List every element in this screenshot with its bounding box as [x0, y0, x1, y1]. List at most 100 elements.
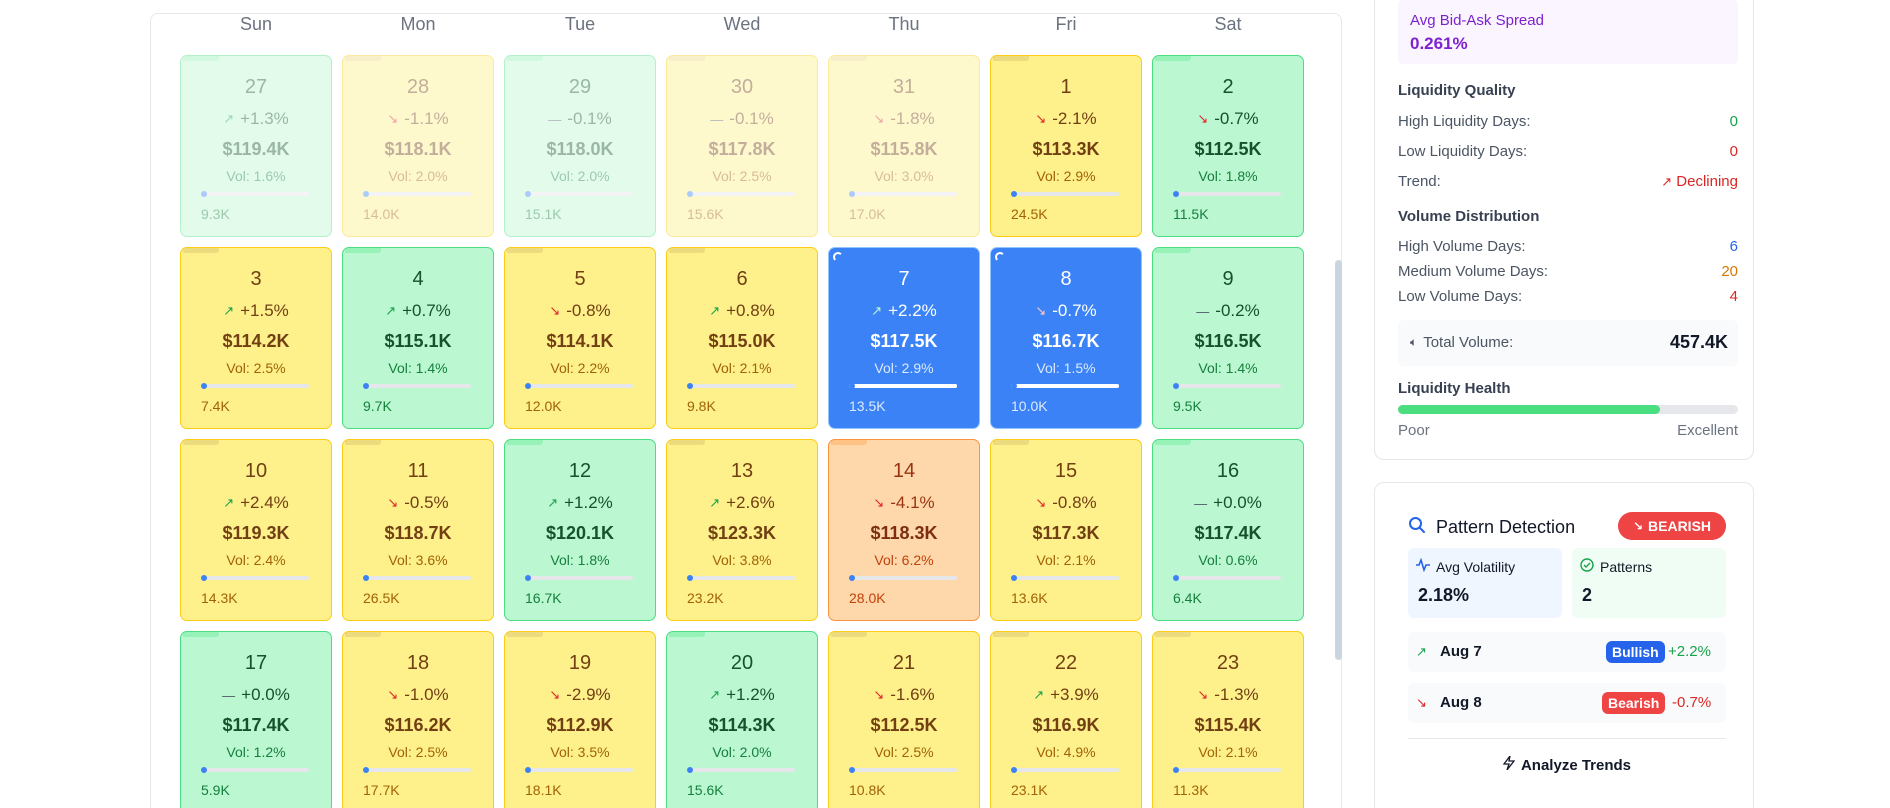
bullish-tag: Bullish — [1606, 641, 1665, 663]
day-change: ↘ -0.7% — [991, 301, 1141, 321]
day-change: ↘ -1.8% — [829, 109, 979, 129]
day-price: $117.3K — [1032, 523, 1100, 543]
calendar-day-cell[interactable]: 10 ↗ +2.4% $119.3K Vol: 2.4% 14.3K — [180, 439, 332, 621]
calendar-day-cell[interactable]: 4 ↗ +0.7% $115.1K Vol: 1.4% 9.7K — [342, 247, 494, 429]
volume-bar-fill — [849, 384, 957, 388]
day-volume: 9.3K — [201, 206, 230, 222]
calendar-day-cell[interactable]: 11 ↘ -0.5% $118.7K Vol: 3.6% 26.5K — [342, 439, 494, 621]
day-volume: 14.3K — [201, 590, 238, 606]
low-volume-value: 4 — [1729, 288, 1738, 305]
calendar-day-cell[interactable]: 6 ↗ +0.8% $115.0K Vol: 2.1% 9.8K — [666, 247, 818, 429]
day-price: $112.9K — [546, 715, 614, 735]
day-price: $113.3K — [1032, 139, 1100, 159]
calendar-day-cell[interactable]: 20 ↗ +1.2% $114.3K Vol: 2.0% 15.6K — [666, 631, 818, 808]
trending-up-icon: ↗ — [1033, 687, 1045, 702]
cell-corner-marker — [507, 56, 543, 61]
flat-trend-icon: — — [1194, 495, 1208, 511]
day-volatility: Vol: 3.5% — [550, 744, 610, 760]
calendar-day-cell[interactable]: 7 ↗ +2.2% $117.5K Vol: 2.9% 13.5K — [828, 247, 980, 429]
trending-down-icon: ↘ — [1416, 695, 1427, 710]
weekday-wed: Wed — [723, 14, 761, 34]
patterns-label: Patterns — [1600, 558, 1653, 575]
day-price: $116.9K — [1032, 715, 1100, 735]
total-volume-value: 457.4K — [1669, 332, 1728, 352]
day-volume: 11.5K — [1173, 206, 1209, 222]
calendar-day-cell[interactable]: 12 ↗ +1.2% $120.1K Vol: 1.8% 16.7K — [504, 439, 656, 621]
volume-bar-dot — [525, 191, 531, 197]
day-change-value: -2.9% — [566, 685, 611, 704]
trending-down-icon: ↘ — [873, 495, 885, 510]
volume-bar-dot — [525, 575, 531, 581]
calendar-day-cell[interactable]: 5 ↘ -0.8% $114.1K Vol: 2.2% 12.0K — [504, 247, 656, 429]
calendar-day-cell[interactable]: 22 ↗ +3.9% $116.9K Vol: 4.9% 23.1K — [990, 631, 1142, 808]
calendar-day-cell[interactable]: 16 — +0.0% $117.4K Vol: 0.6% 6.4K — [1152, 439, 1304, 621]
day-change: ↘ -1.0% — [343, 685, 493, 705]
day-number: 18 — [406, 652, 430, 674]
calendar-day-cell[interactable]: 15 ↘ -0.8% $117.3K Vol: 2.1% 13.6K — [990, 439, 1142, 621]
day-change: — +0.0% — [1153, 493, 1303, 513]
day-change: — -0.1% — [505, 109, 655, 129]
calendar-day-cell[interactable]: 8 ↘ -0.7% $116.7K Vol: 1.5% 10.0K — [990, 247, 1142, 429]
calendar-day-cell[interactable]: 31 ↘ -1.8% $115.8K Vol: 3.0% 17.0K — [828, 55, 980, 237]
calendar-day-cell[interactable]: 29 — -0.1% $118.0K Vol: 2.0% 15.1K — [504, 55, 656, 237]
volume-bar — [1173, 191, 1281, 197]
day-number: 2 — [1222, 76, 1234, 98]
trending-down-icon: ↘ — [873, 687, 885, 702]
cell-corner-marker — [1155, 56, 1191, 61]
trending-up-icon: ↗ — [547, 495, 559, 510]
calendar-day-cell[interactable]: 17 — +0.0% $117.4K Vol: 1.2% 5.9K — [180, 631, 332, 808]
calendar-day-cell[interactable]: 3 ↗ +1.5% $114.2K Vol: 2.5% 7.4K — [180, 247, 332, 429]
day-volume: 13.5K — [849, 398, 886, 414]
day-number: 9 — [1222, 268, 1234, 290]
day-price: $117.5K — [870, 331, 938, 351]
calendar-day-cell[interactable]: 9 — -0.2% $116.5K Vol: 1.4% 9.5K — [1152, 247, 1304, 429]
trending-down-icon: ↘ — [1035, 111, 1047, 126]
spread-label: Avg Bid-Ask Spread — [1410, 12, 1544, 29]
day-change-value: +1.5% — [240, 301, 289, 320]
day-number: 21 — [892, 652, 916, 674]
calendar-day-cell[interactable]: 2 ↘ -0.7% $112.5K Vol: 1.8% 11.5K — [1152, 55, 1304, 237]
volume-bar — [1011, 575, 1119, 581]
day-number: 14 — [892, 460, 916, 482]
volume-bar — [201, 575, 309, 581]
volume-bar — [1173, 767, 1281, 773]
cell-corner-marker — [993, 632, 1029, 637]
calendar-day-cell[interactable]: 21 ↘ -1.6% $112.5K Vol: 2.5% 10.8K — [828, 631, 980, 808]
calendar-day-cell[interactable]: 28 ↘ -1.1% $118.1K Vol: 2.0% 14.0K — [342, 55, 494, 237]
volume-bar-dot — [363, 383, 369, 389]
calendar-day-cell[interactable]: 14 ↘ -4.1% $118.3K Vol: 6.2% 28.0K — [828, 439, 980, 621]
volume-bar-dot — [849, 191, 855, 197]
day-change: ↗ +1.3% — [181, 109, 331, 129]
day-change: ↘ -1.6% — [829, 685, 979, 705]
day-volume: 28.0K — [849, 590, 886, 606]
day-number: 17 — [244, 652, 268, 674]
day-volatility: Vol: 2.5% — [874, 744, 934, 760]
pattern-change: +2.2% — [1668, 643, 1711, 660]
volume-bar-dot — [1011, 767, 1017, 773]
day-price: $112.5K — [870, 715, 938, 735]
day-volatility: Vol: 2.0% — [712, 744, 772, 760]
trend-label: Trend: — [1398, 173, 1441, 190]
volume-bar — [687, 191, 795, 197]
calendar-day-cell[interactable]: 13 ↗ +2.6% $123.3K Vol: 3.8% 23.2K — [666, 439, 818, 621]
calendar-day-cell[interactable]: 23 ↘ -1.3% $115.4K Vol: 2.1% 11.3K — [1152, 631, 1304, 808]
calendar-scrollbar[interactable] — [1335, 260, 1342, 660]
medium-volume-label: Medium Volume Days: — [1398, 263, 1549, 280]
day-change-value: -1.0% — [404, 685, 449, 704]
low-liquidity-label: Low Liquidity Days: — [1398, 143, 1528, 160]
day-volume: 17.0K — [849, 206, 886, 222]
calendar-day-cell[interactable]: 18 ↘ -1.0% $116.2K Vol: 2.5% 17.7K — [342, 631, 494, 808]
day-volatility: Vol: 1.8% — [550, 552, 610, 568]
calendar-day-cell[interactable]: 19 ↘ -2.9% $112.9K Vol: 3.5% 18.1K — [504, 631, 656, 808]
volume-bar — [363, 191, 471, 197]
day-change-value: -0.1% — [567, 109, 612, 128]
cell-corner-marker — [831, 56, 867, 61]
calendar-day-cell[interactable]: 1 ↘ -2.1% $113.3K Vol: 2.9% 24.5K — [990, 55, 1142, 237]
calendar-day-cell[interactable]: 27 ↗ +1.3% $119.4K Vol: 1.6% 9.3K — [180, 55, 332, 237]
analyze-trends-button[interactable]: Analyze Trends — [1408, 755, 1726, 774]
calendar-day-cell[interactable]: 30 — -0.1% $117.8K Vol: 2.5% 15.6K — [666, 55, 818, 237]
day-change-value: -0.7% — [1214, 109, 1259, 128]
day-volume: 10.8K — [849, 782, 886, 798]
health-excellent-label: Excellent — [1677, 422, 1738, 439]
day-number: 19 — [568, 652, 592, 674]
